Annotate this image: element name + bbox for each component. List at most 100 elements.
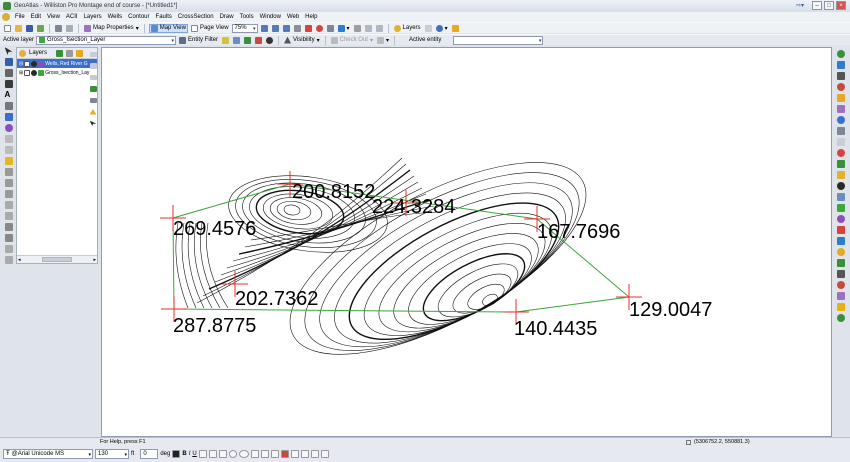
smooth-icon[interactable] bbox=[4, 201, 13, 209]
menu-item[interactable]: Window bbox=[257, 14, 284, 20]
layer-item[interactable]: ⊟ Wells, Red River G bbox=[17, 59, 97, 68]
spade-icon[interactable] bbox=[837, 182, 845, 190]
page-view-button[interactable]: Page View bbox=[190, 24, 230, 33]
marker-icon[interactable] bbox=[837, 149, 845, 157]
circle-shape-icon[interactable] bbox=[228, 450, 237, 458]
eye-icon[interactable] bbox=[31, 60, 38, 67]
star-icon[interactable] bbox=[837, 171, 845, 179]
pie-icon[interactable] bbox=[837, 215, 845, 223]
menu-item[interactable]: Tools bbox=[237, 14, 257, 20]
contour-icon[interactable] bbox=[837, 303, 845, 311]
print-icon[interactable] bbox=[54, 24, 63, 33]
bolt-icon[interactable] bbox=[837, 248, 845, 256]
warning-icon[interactable] bbox=[89, 109, 97, 115]
line-style-icon[interactable] bbox=[290, 450, 299, 458]
checkbox-icon[interactable] bbox=[24, 69, 31, 76]
scale-icon[interactable] bbox=[4, 135, 13, 143]
menu-item[interactable]: Contour bbox=[125, 14, 152, 20]
zoom-in-icon[interactable] bbox=[260, 24, 269, 33]
line-shape-icon[interactable] bbox=[270, 450, 279, 458]
contrast-tool-icon[interactable] bbox=[265, 36, 274, 45]
info-icon[interactable] bbox=[451, 24, 460, 33]
check-out-button[interactable]: Check Out ▾ bbox=[330, 36, 374, 45]
layers-button[interactable]: Layers bbox=[393, 24, 422, 33]
cursor-icon[interactable] bbox=[89, 120, 97, 126]
fill-tool-icon[interactable] bbox=[243, 36, 252, 45]
underline-button[interactable]: U bbox=[192, 451, 196, 457]
pointer-icon[interactable] bbox=[4, 47, 13, 55]
layers-icon[interactable] bbox=[837, 138, 845, 146]
lock-icon[interactable] bbox=[89, 63, 97, 69]
stop-icon[interactable] bbox=[315, 24, 324, 33]
active-layer-select[interactable]: Gross_Isection_Layer ▾ bbox=[36, 35, 177, 45]
menu-item[interactable]: View bbox=[44, 14, 63, 20]
grid-snap-icon[interactable] bbox=[4, 245, 13, 253]
bucket-tool-icon[interactable] bbox=[254, 36, 263, 45]
add-layer-icon[interactable] bbox=[56, 49, 64, 57]
layer-up-icon[interactable] bbox=[89, 74, 97, 81]
minimize-button[interactable]: – bbox=[812, 1, 822, 10]
zoom-select[interactable]: 75% ▾ bbox=[231, 23, 258, 33]
select-node-icon[interactable] bbox=[4, 58, 13, 66]
close-button[interactable]: × bbox=[836, 1, 846, 10]
pin-icon[interactable] bbox=[4, 102, 13, 110]
zoom-out-icon[interactable] bbox=[271, 24, 280, 33]
system-menu-icon[interactable] bbox=[2, 13, 10, 21]
frame-icon[interactable] bbox=[4, 256, 13, 264]
well-marker[interactable]: 129.0047 bbox=[616, 284, 712, 321]
font-select[interactable]: Ŧ @Arial Unicode MS ▾ bbox=[3, 449, 93, 459]
fill-color-icon[interactable] bbox=[280, 450, 289, 458]
open-icon[interactable] bbox=[14, 24, 23, 33]
split-icon[interactable] bbox=[4, 190, 13, 198]
maximize-button[interactable]: □ bbox=[824, 1, 834, 10]
menu-item[interactable]: Layers bbox=[81, 14, 105, 20]
menu-item[interactable]: Wells bbox=[105, 14, 126, 20]
entity-filter-button[interactable]: Entity Filter bbox=[178, 36, 219, 45]
visibility-button[interactable]: Visibility ▾ bbox=[283, 36, 321, 45]
plugin-icon[interactable] bbox=[837, 314, 845, 322]
new-icon[interactable] bbox=[3, 24, 12, 33]
chart-icon[interactable] bbox=[837, 292, 845, 300]
text-color-icon[interactable] bbox=[172, 450, 181, 458]
align-center-icon[interactable] bbox=[208, 450, 217, 458]
eye-icon[interactable] bbox=[31, 69, 38, 76]
database-icon[interactable] bbox=[837, 193, 845, 201]
menu-item[interactable]: Help bbox=[302, 14, 320, 20]
map-canvas[interactable]: 200.8152 224.3284 269.4576 167.7696 202.7362… bbox=[101, 47, 832, 437]
export-icon[interactable] bbox=[36, 24, 45, 33]
map-properties-button[interactable]: Map Properties ▾ bbox=[83, 24, 140, 33]
line-width-icon[interactable] bbox=[300, 450, 309, 458]
arc-shape-icon[interactable] bbox=[260, 450, 269, 458]
rect-shape-icon[interactable] bbox=[250, 450, 259, 458]
italic-button[interactable]: I bbox=[189, 451, 191, 457]
edit-icon[interactable] bbox=[4, 157, 13, 165]
layer-item[interactable]: ⊞ Gross_Isection_Lay bbox=[17, 68, 97, 77]
arrow-style-icon[interactable] bbox=[310, 450, 319, 458]
tree-icon[interactable] bbox=[837, 160, 845, 168]
layer-down-icon[interactable] bbox=[76, 49, 84, 57]
map-view-button[interactable]: Map View bbox=[148, 23, 188, 33]
font-size-select[interactable]: 130 ▾ bbox=[95, 449, 129, 459]
layer-color-icon[interactable]: ▾ bbox=[337, 24, 351, 33]
zoom-extents-icon[interactable] bbox=[282, 24, 291, 33]
well-marker[interactable]: 140.4435 bbox=[503, 299, 597, 340]
pyramid-icon[interactable] bbox=[837, 270, 845, 278]
check-in-icon[interactable]: ▾ bbox=[376, 36, 390, 45]
gear-icon[interactable] bbox=[837, 72, 845, 80]
triangle-icon[interactable] bbox=[837, 281, 845, 289]
select-tool-icon[interactable] bbox=[221, 36, 230, 45]
properties-icon[interactable] bbox=[424, 24, 433, 33]
ellipse-shape-icon[interactable] bbox=[238, 450, 249, 458]
menu-item[interactable]: ACII bbox=[63, 14, 81, 20]
node-tool-icon[interactable] bbox=[232, 36, 241, 45]
eraser-icon[interactable] bbox=[4, 223, 13, 231]
menu-item[interactable]: Edit bbox=[28, 14, 44, 20]
add-point-icon[interactable] bbox=[353, 24, 362, 33]
pencil-icon[interactable] bbox=[4, 80, 13, 88]
pan-icon[interactable] bbox=[293, 24, 302, 33]
save-icon[interactable] bbox=[25, 24, 34, 33]
menu-item[interactable]: File bbox=[12, 14, 28, 20]
sun-icon[interactable] bbox=[837, 94, 845, 102]
sphere-icon[interactable] bbox=[837, 61, 845, 69]
reverse-icon[interactable] bbox=[4, 212, 13, 220]
